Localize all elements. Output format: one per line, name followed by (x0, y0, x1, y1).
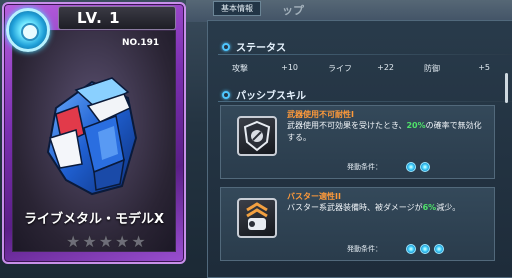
stat-value: +5 (478, 63, 490, 72)
passive-heading: パッシブスキル (222, 87, 306, 102)
level-label: LV. 1 (58, 6, 176, 30)
star-icon: ★ (82, 232, 97, 251)
stat-attack: 攻撃 +10 (218, 63, 314, 77)
condition-label: 発動条件： (347, 163, 382, 171)
status-heading-label: ステータス (236, 43, 286, 54)
skill-description: バスター系武器装備時、被ダメージが6%減少。 (287, 203, 461, 212)
tab-basic-info[interactable]: 基本情報 (213, 1, 261, 16)
condition-orb-icon (420, 244, 430, 254)
status-row: 攻撃 +10 ライフ +22 防御 +5 (218, 63, 508, 77)
stat-value: +22 (377, 63, 394, 72)
scrollbar[interactable] (505, 73, 508, 103)
condition-orb-icon (420, 162, 430, 172)
activation-condition: 発動条件： (347, 244, 444, 254)
background-title: ップ (282, 4, 304, 17)
skill-value-highlight: 20% (406, 121, 426, 130)
star-icon: ★ (98, 232, 114, 251)
status-heading: ステータス (222, 39, 286, 54)
skill-title: 武器使用不可耐性I (287, 110, 354, 119)
section-bullet-icon (222, 42, 230, 51)
stat-life: ライフ +22 (314, 63, 410, 77)
divider (218, 54, 512, 55)
stat-defense: 防御 +5 (410, 63, 506, 77)
passive-heading-label: パッシブスキル (236, 91, 306, 102)
card-number: NO.191 (122, 38, 160, 48)
model-x-helmet-icon (46, 77, 138, 196)
condition-orb-icon (434, 244, 444, 254)
divider (218, 101, 512, 102)
section-bullet-icon (222, 90, 230, 99)
activation-condition: 発動条件： (347, 162, 430, 172)
buster-icon (237, 198, 277, 238)
rarity-stars: ★ ★ ★ ★ ★ (66, 234, 146, 250)
shield-icon (237, 116, 277, 156)
condition-orb-icon (406, 244, 416, 254)
element-emblem-icon (6, 8, 50, 52)
info-panel: ステータス 攻撃 +10 ライフ +22 防御 +5 パッシブスキル 武器使用不… (207, 20, 512, 278)
star-icon: ★ (66, 232, 81, 251)
skill-title: バスター適性II (287, 192, 341, 201)
stat-label: 防御 (424, 64, 440, 73)
star-icon: ★ (131, 232, 146, 251)
screen: { "header": { "tab_label": "基本情報", "ghos… (0, 0, 512, 278)
condition-label: 発動条件： (347, 245, 382, 253)
liv-metal-card[interactable]: LV. 1 NO.191 ライブメタル・モデルX ★ ★ ★ ★ ★ (2, 2, 186, 264)
card-name: ライブメタル・モデルX (23, 212, 165, 227)
skill-value-highlight: 6% (422, 203, 437, 212)
skill-description: 武器使用不可効果を受けたとき、20%の確率で無効化する。 (287, 121, 482, 142)
star-icon: ★ (115, 232, 130, 251)
skill-card[interactable]: 武器使用不可耐性I 武器使用不可効果を受けたとき、20%の確率で無効化する。 発… (220, 105, 495, 179)
stat-label: 攻撃 (232, 64, 248, 73)
skill-card[interactable]: バスター適性II バスター系武器装備時、被ダメージが6%減少。 発動条件： (220, 187, 495, 261)
condition-orb-icon (406, 162, 416, 172)
stat-label: ライフ (328, 64, 352, 73)
stat-value: +10 (281, 63, 298, 72)
